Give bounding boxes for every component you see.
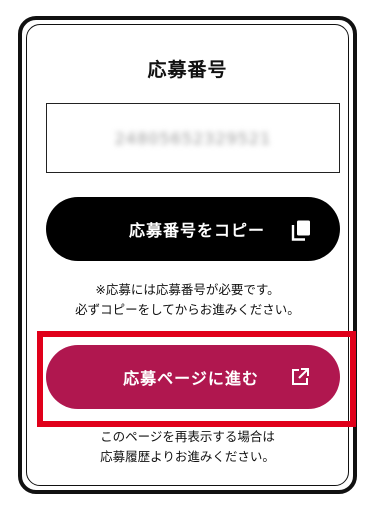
proceed-to-application-button[interactable]: 応募ページに進む <box>46 345 340 409</box>
copy-required-note: ※応募には応募番号が必要です。 必ずコピーをしてからお進みください。 <box>27 280 348 320</box>
application-number-field: 24805652329521 <box>46 103 340 173</box>
footer-line-1: このページを再表示する場合は <box>100 429 275 444</box>
footer-line-2: 応募履歴よりお進みください。 <box>100 449 275 464</box>
card-title: 応募番号 <box>147 59 228 81</box>
note-line-2: 必ずコピーをしてからお進みください。 <box>75 302 300 317</box>
note-line-1: ※応募には応募番号が必要です。 <box>95 282 280 297</box>
copy-icon <box>290 219 312 241</box>
copy-button-label: 応募番号をコピー <box>128 221 265 240</box>
proceed-button-label: 応募ページに進む <box>123 369 259 388</box>
redisplay-note: このページを再表示する場合は 応募履歴よりお進みください。 <box>27 427 348 467</box>
card-inner-border: 応募番号 24805652329521 応募番号をコピー ※応募には応募番号が必… <box>26 24 356 486</box>
application-number-card: 応募番号 24805652329521 応募番号をコピー ※応募には応募番号が必… <box>18 16 357 494</box>
copy-number-button[interactable]: 応募番号をコピー <box>46 197 340 261</box>
application-number-value: 24805652329521 <box>114 128 272 148</box>
external-link-icon <box>290 367 310 387</box>
